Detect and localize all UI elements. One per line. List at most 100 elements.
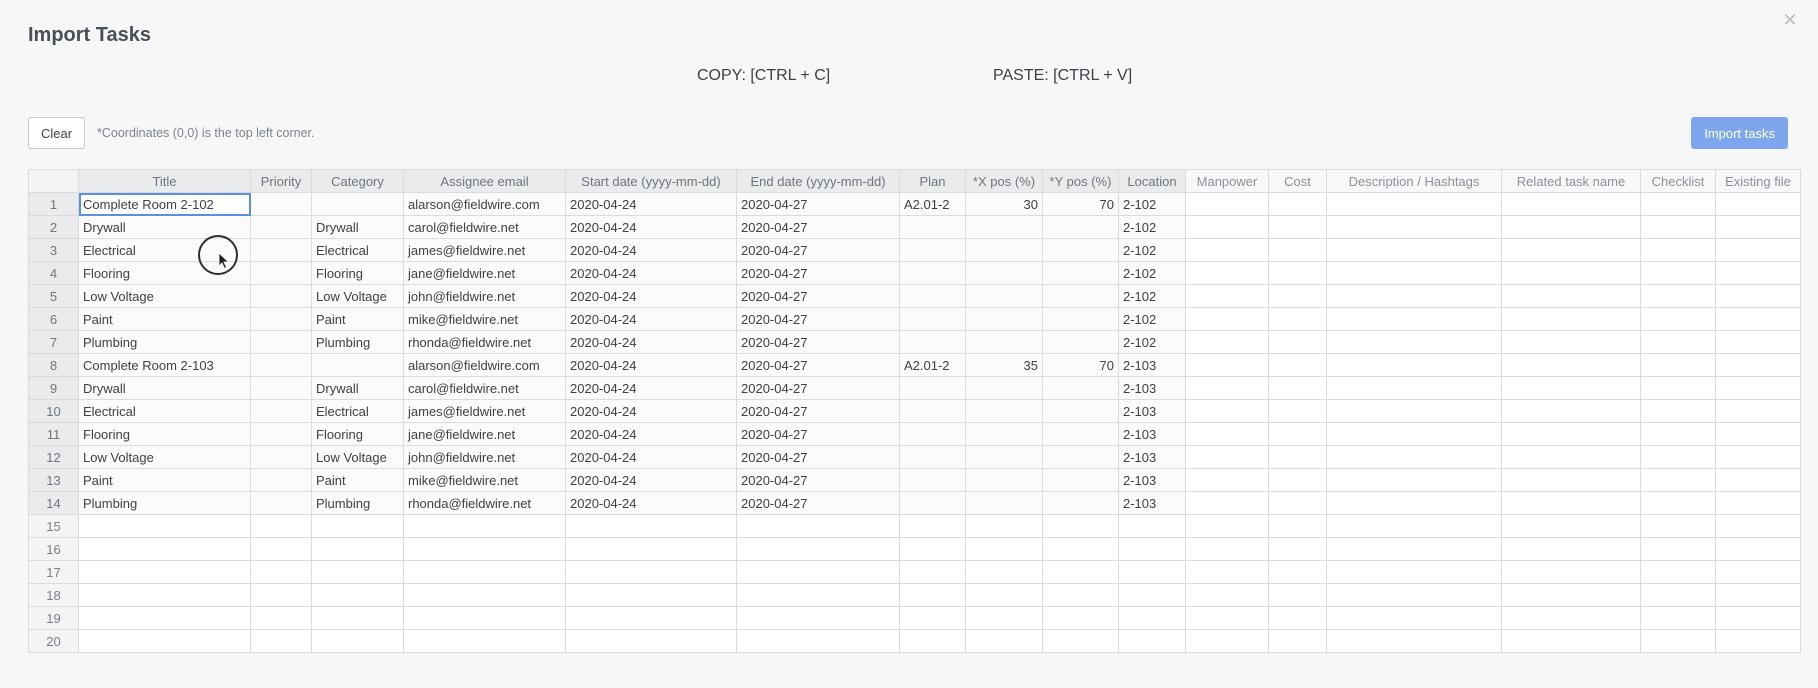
grid-cell[interactable] [899, 514, 966, 538]
grid-cell[interactable] [736, 560, 900, 584]
grid-cell[interactable] [250, 491, 312, 515]
row-number[interactable]: 14 [28, 491, 79, 515]
grid-cell[interactable] [1268, 445, 1327, 469]
grid-cell[interactable] [899, 445, 966, 469]
grid-cell[interactable] [1501, 537, 1641, 561]
grid-cell[interactable] [965, 330, 1043, 354]
column-header[interactable]: Assignee email [403, 169, 566, 193]
grid-cell[interactable] [78, 606, 251, 630]
grid-cell[interactable] [311, 192, 404, 216]
grid-cell[interactable] [250, 445, 312, 469]
grid-cell[interactable]: Paint [78, 468, 251, 492]
grid-cell[interactable]: Low Voltage [78, 284, 251, 308]
grid-cell[interactable]: mike@fieldwire.net [403, 468, 566, 492]
grid-cell[interactable]: 2020-04-27 [736, 445, 900, 469]
grid-cell[interactable] [965, 376, 1043, 400]
grid-cell[interactable] [250, 238, 312, 262]
column-header[interactable]: Cost [1268, 169, 1327, 193]
grid-cell[interactable]: Plumbing [311, 330, 404, 354]
grid-cell[interactable]: 2-103 [1118, 353, 1186, 377]
grid-cell[interactable] [1268, 537, 1327, 561]
grid-cell[interactable] [1042, 307, 1119, 331]
grid-cell[interactable] [250, 537, 312, 561]
grid-cell[interactable] [78, 560, 251, 584]
column-header[interactable]: *X pos (%) [965, 169, 1043, 193]
row-number[interactable]: 13 [28, 468, 79, 492]
grid-cell[interactable]: 2020-04-24 [565, 468, 737, 492]
grid-cell[interactable] [736, 583, 900, 607]
row-number[interactable]: 9 [28, 376, 79, 400]
grid-cell[interactable] [965, 238, 1043, 262]
grid-cell[interactable] [1501, 192, 1641, 216]
grid-cell[interactable] [1326, 606, 1502, 630]
grid-cell[interactable] [1042, 376, 1119, 400]
grid-cell[interactable] [1501, 514, 1641, 538]
grid-cell[interactable]: Drywall [311, 215, 404, 239]
clear-button[interactable]: Clear [28, 117, 86, 149]
grid-cell[interactable]: 2020-04-24 [565, 399, 737, 423]
grid-cell[interactable]: alarson@fieldwire.com [403, 192, 566, 216]
grid-cell[interactable] [1640, 399, 1716, 423]
grid-cell[interactable] [1326, 468, 1502, 492]
grid-cell[interactable] [899, 422, 966, 446]
grid-cell[interactable] [1185, 491, 1269, 515]
grid-cell[interactable] [1640, 261, 1716, 285]
row-number[interactable]: 7 [28, 330, 79, 354]
grid-cell[interactable] [1501, 215, 1641, 239]
grid-cell[interactable]: 2020-04-27 [736, 353, 900, 377]
grid-cell[interactable] [1640, 215, 1716, 239]
grid-cell[interactable] [1118, 537, 1186, 561]
grid-cell[interactable] [899, 583, 966, 607]
grid-cell[interactable]: Complete Room 2-103 [78, 353, 251, 377]
grid-cell[interactable]: Plumbing [311, 491, 404, 515]
grid-cell[interactable]: Drywall [311, 376, 404, 400]
grid-cell[interactable]: 2020-04-27 [736, 261, 900, 285]
grid-cell[interactable] [1326, 537, 1502, 561]
grid-cell[interactable]: 2020-04-24 [565, 353, 737, 377]
grid-cell[interactable] [965, 606, 1043, 630]
grid-cell[interactable] [1501, 330, 1641, 354]
grid-cell[interactable] [1326, 376, 1502, 400]
grid-cell[interactable]: 2020-04-24 [565, 422, 737, 446]
grid-cell[interactable] [1042, 422, 1119, 446]
row-number[interactable]: 20 [28, 629, 79, 653]
grid-cell[interactable] [1326, 238, 1502, 262]
grid-cell[interactable] [1640, 422, 1716, 446]
grid-cell[interactable] [78, 537, 251, 561]
grid-corner[interactable] [28, 169, 79, 193]
grid-cell[interactable] [1640, 583, 1716, 607]
grid-cell[interactable] [1715, 445, 1801, 469]
grid-cell[interactable] [1501, 629, 1641, 653]
grid-cell[interactable] [78, 629, 251, 653]
grid-cell[interactable] [1640, 353, 1716, 377]
grid-cell[interactable]: 2020-04-24 [565, 491, 737, 515]
grid-cell[interactable]: 2-103 [1118, 399, 1186, 423]
column-header[interactable]: Checklist [1640, 169, 1716, 193]
grid-cell[interactable] [1268, 583, 1327, 607]
grid-cell[interactable] [899, 261, 966, 285]
grid-cell[interactable] [965, 215, 1043, 239]
grid-cell[interactable] [1715, 238, 1801, 262]
grid-cell[interactable] [1185, 606, 1269, 630]
grid-cell[interactable] [1268, 468, 1327, 492]
grid-cell[interactable] [1326, 284, 1502, 308]
grid-cell[interactable] [1715, 422, 1801, 446]
grid-cell[interactable] [1268, 192, 1327, 216]
grid-cell[interactable]: A2.01-2 [899, 353, 966, 377]
grid-cell[interactable] [899, 468, 966, 492]
grid-cell[interactable] [1715, 560, 1801, 584]
row-number[interactable]: 19 [28, 606, 79, 630]
grid-cell[interactable]: jane@fieldwire.net [403, 422, 566, 446]
grid-cell[interactable] [1042, 261, 1119, 285]
grid-cell[interactable]: Electrical [311, 399, 404, 423]
grid-cell[interactable] [1185, 307, 1269, 331]
grid-cell[interactable] [1185, 514, 1269, 538]
grid-cell[interactable] [1268, 261, 1327, 285]
grid-cell[interactable] [899, 399, 966, 423]
grid-cell[interactable] [565, 583, 737, 607]
grid-cell[interactable]: 2020-04-24 [565, 192, 737, 216]
column-header[interactable]: Category [311, 169, 404, 193]
grid-cell[interactable] [899, 376, 966, 400]
grid-cell[interactable]: A2.01-2 [899, 192, 966, 216]
grid-cell[interactable] [1640, 491, 1716, 515]
